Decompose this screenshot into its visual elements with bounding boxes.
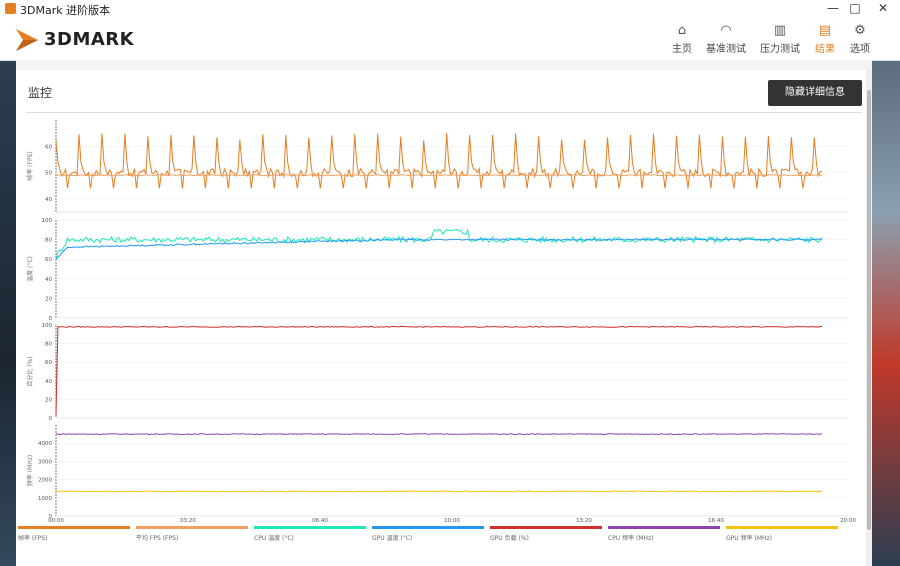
x-tick-label: 10:00 [444, 518, 460, 524]
y-tick-label: 60 [45, 360, 52, 366]
y-tick-label: 80 [45, 238, 52, 244]
y-tick-label: 50 [45, 171, 52, 177]
monitoring-charts: 40 50 60 帧率 (FPS) 0 20 40 60 80 100 温度 (°C) 0 20 40 60… [26, 120, 856, 524]
y-tick-label: 20 [45, 397, 52, 403]
legend-item[interactable]: GPU 温度 (°C) [372, 526, 484, 550]
legend-swatch [18, 526, 130, 529]
x-tick-label: 03:20 [180, 518, 196, 524]
y-tick-label: 100 [42, 323, 53, 329]
legend-swatch [254, 526, 366, 529]
x-tick-label: 16:40 [708, 518, 724, 524]
legend-label: 帧率 (FPS) [18, 535, 48, 542]
series-line [55, 325, 822, 417]
y-tick-label: 60 [45, 144, 52, 150]
x-tick-label: 20:00 [840, 518, 856, 524]
legend-swatch [608, 526, 720, 529]
legend-swatch [726, 526, 838, 529]
legend-item[interactable]: GPU 频率 (MHz) [726, 526, 838, 550]
y-tick-label: 40 [45, 197, 52, 203]
legend-item[interactable]: GPU 负载 (%) [490, 526, 602, 550]
legend-item[interactable]: CPU 频率 (MHz) [608, 526, 720, 550]
series-line [56, 433, 823, 436]
y-tick-label: 1000 [38, 496, 52, 502]
y-tick-label: 4000 [38, 441, 52, 447]
series-line [55, 133, 823, 189]
legend-label: GPU 频率 (MHz) [726, 535, 772, 542]
legend-label: 平均 FPS (FPS) [136, 535, 179, 542]
y-tick-label: 40 [45, 379, 52, 385]
y-tick-label: 2000 [38, 478, 52, 484]
y-axis-label: 温度 (°C) [26, 256, 34, 282]
series-line [55, 490, 823, 493]
x-tick-label: 13:20 [576, 518, 592, 524]
legend-label: GPU 负载 (%) [490, 535, 529, 542]
legend-label: CPU 温度 (°C) [254, 535, 294, 542]
y-axis-label: 频率 (MHz) [26, 455, 34, 486]
legend-swatch [372, 526, 484, 529]
y-tick-label: 100 [42, 218, 53, 224]
y-tick-label: 3000 [38, 459, 52, 465]
y-tick-label: 80 [45, 342, 52, 348]
chart-legend: 帧率 (FPS) 平均 FPS (FPS) CPU 温度 (°C) GPU 温度 (°… [18, 526, 848, 550]
legend-item[interactable]: CPU 温度 (°C) [254, 526, 366, 550]
legend-label: CPU 频率 (MHz) [608, 535, 654, 542]
legend-item[interactable]: 平均 FPS (FPS) [136, 526, 248, 550]
app-window: 3DMark 进阶版本 — □ ✕ 3DMARK ⌂ 主页 ◠ 基准测试 ▥ 压… [0, 0, 900, 566]
legend-swatch [490, 526, 602, 529]
legend-label: GPU 温度 (°C) [372, 535, 413, 542]
x-tick-label: 00:00 [48, 518, 64, 524]
y-tick-label: 60 [45, 257, 52, 263]
legend-item[interactable]: 帧率 (FPS) [18, 526, 130, 550]
y-tick-label: 0 [49, 316, 53, 322]
y-tick-label: 0 [49, 416, 53, 422]
y-tick-label: 40 [45, 277, 52, 283]
y-tick-label: 20 [45, 296, 52, 302]
y-axis-label: 百分比 (%) [26, 356, 34, 386]
legend-swatch [136, 526, 248, 529]
x-tick-label: 06:40 [312, 518, 328, 524]
y-axis-label: 帧率 (FPS) [26, 151, 34, 180]
series-line [55, 174, 823, 177]
